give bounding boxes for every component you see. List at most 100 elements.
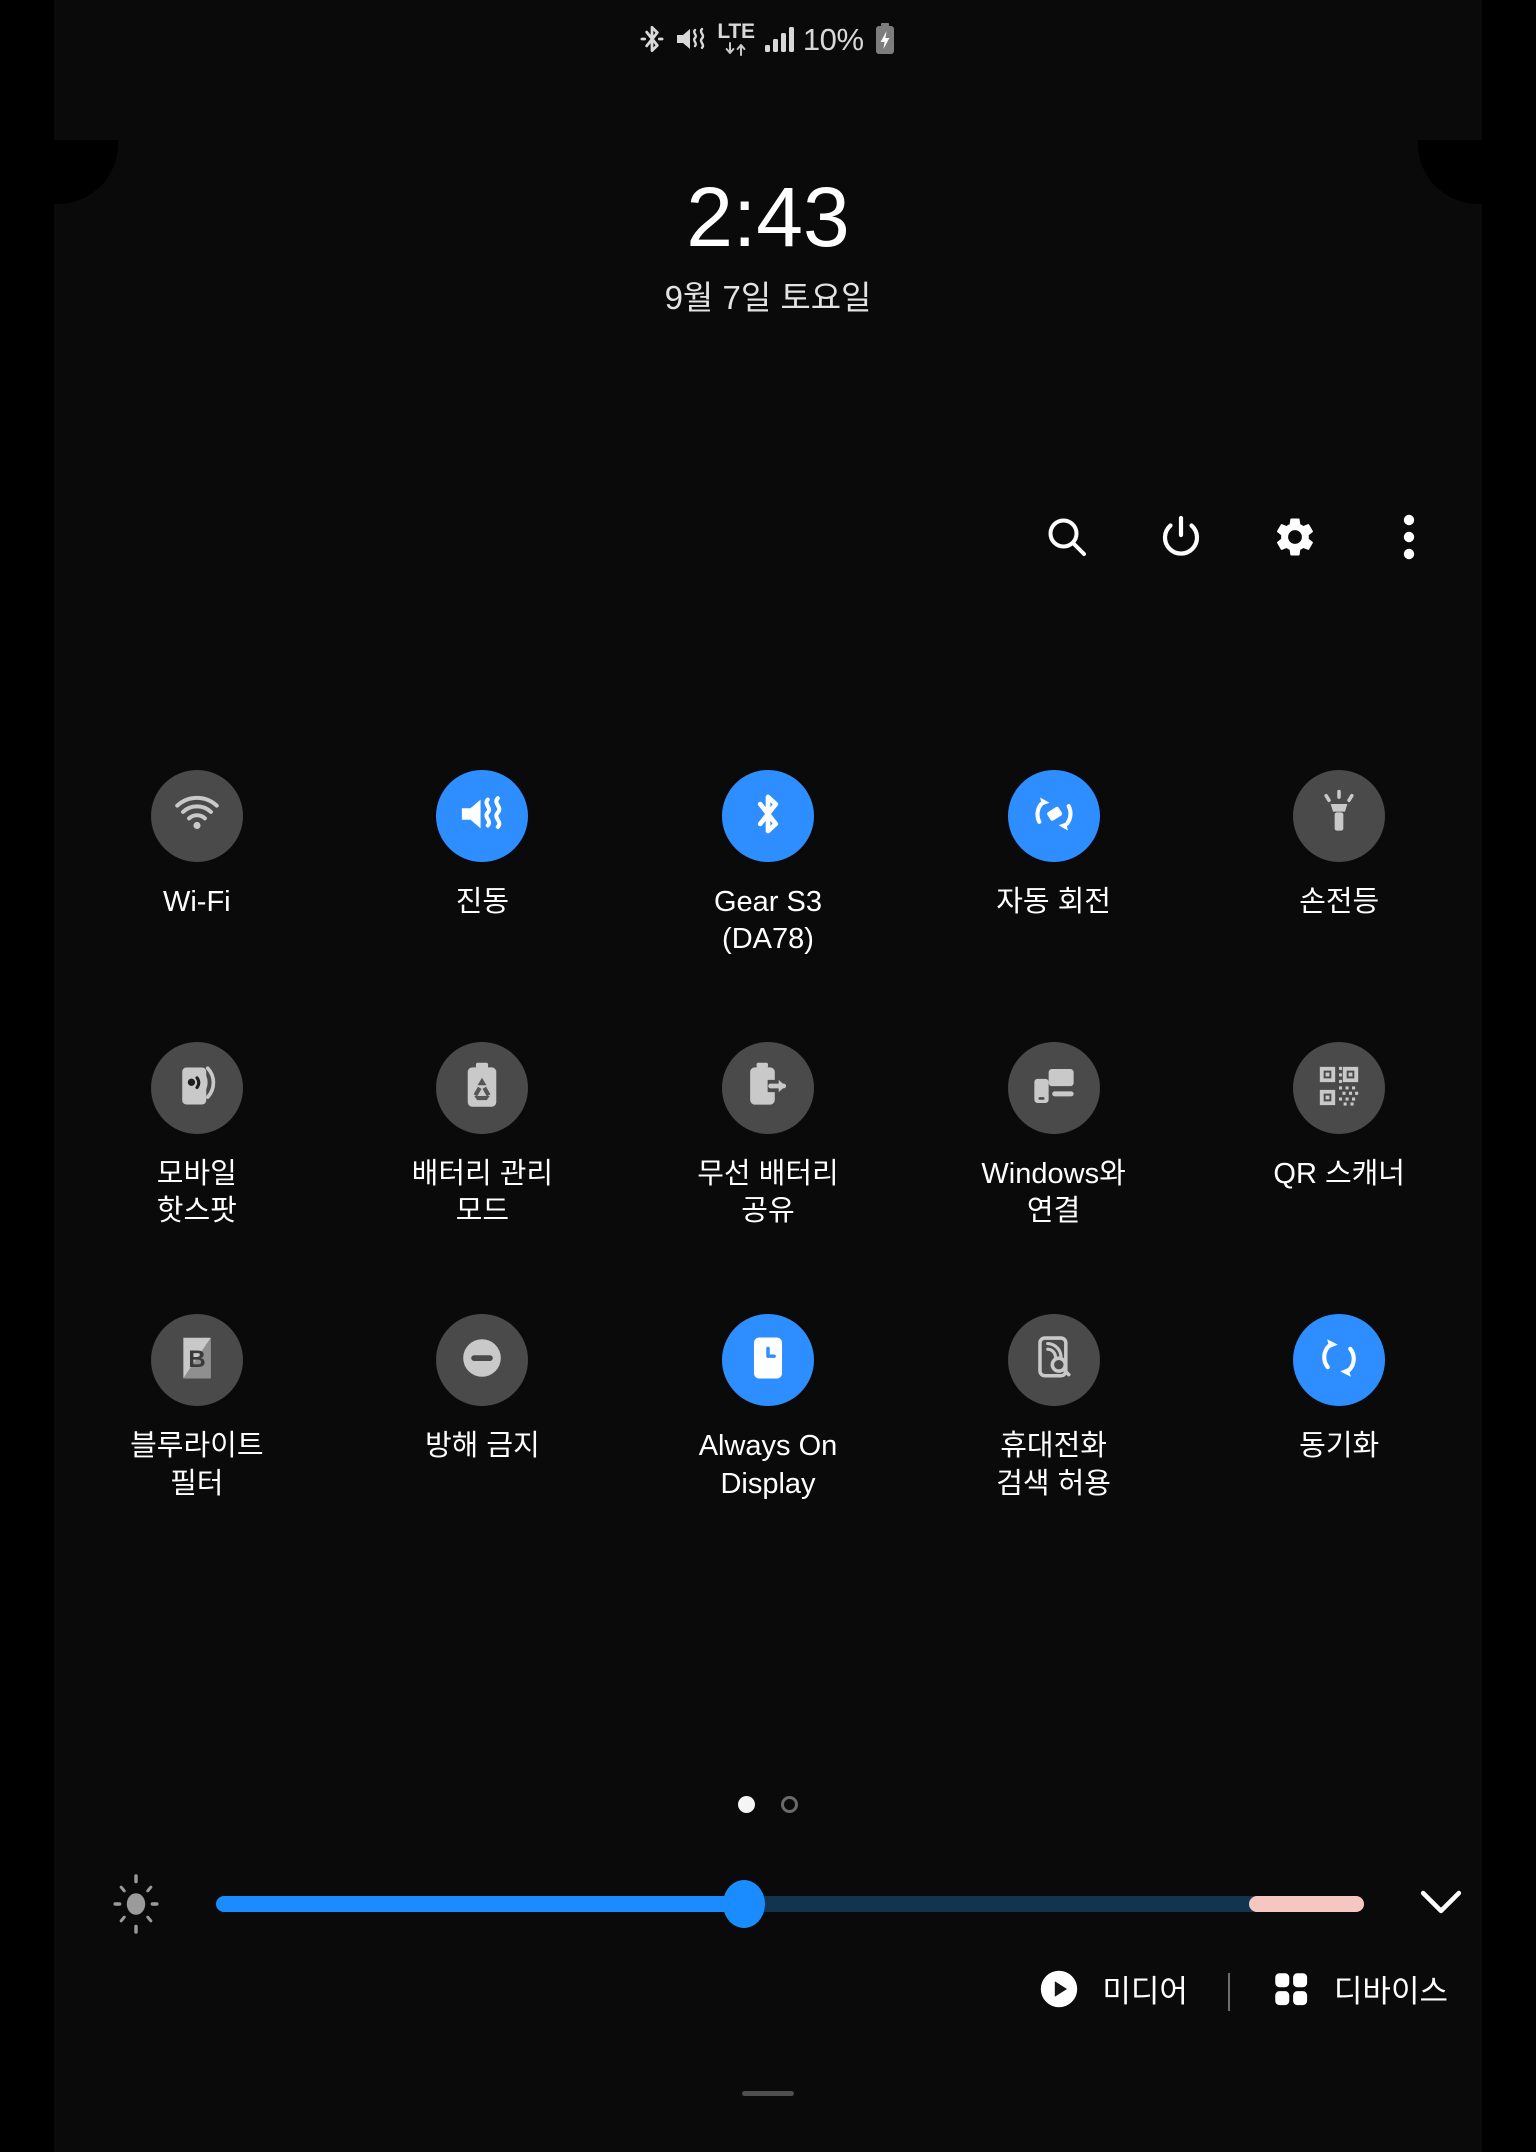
qs-tile-icon-wrapper	[436, 1314, 529, 1407]
qs-tile-label: 동기화	[1299, 1430, 1380, 1463]
bluetooth-icon	[639, 22, 665, 56]
qs-tile-icon-wrapper	[1293, 770, 1386, 862]
quick-settings-grid: Wi-Fi 진동 Gear S3 (DA78) 자동 회전 손전등 모바일 핫스…	[54, 770, 1482, 1503]
qs-tile-vibrate[interactable]: 진동	[340, 770, 626, 958]
qs-tile-label: 무선 배터리 공유	[697, 1158, 839, 1228]
play-circle-icon	[1038, 1968, 1080, 2015]
qs-tile-icon-wrapper	[150, 1042, 243, 1135]
qs-tile-label: Windows와 연결	[981, 1158, 1126, 1228]
page-dot-active[interactable]	[738, 1796, 755, 1813]
quick-settings-screen: LTE 10% 2:43 9월 7일 토요일 Wi-Fi 진동 Gear S3 …	[0, 0, 1536, 2152]
qs-tile-label: Wi-Fi	[162, 886, 231, 918]
qs-tile-icon-wrapper	[721, 770, 814, 862]
bottom-bar-divider	[1227, 1972, 1230, 2011]
lte-label: LTE	[717, 20, 755, 43]
wireless-powershare-icon	[744, 1061, 792, 1116]
header-action-row	[1036, 508, 1440, 570]
brightness-slider-track[interactable]	[216, 1880, 1364, 1928]
qs-tile-label: Gear S3 (DA78)	[713, 886, 822, 956]
flashlight-icon	[1316, 789, 1362, 844]
brightness-icon	[100, 1868, 172, 1940]
brightness-slider-limit	[1249, 1896, 1364, 1912]
qs-tile-find-my-mobile[interactable]: 휴대전화 검색 허용	[911, 1314, 1197, 1502]
power-button[interactable]	[1150, 508, 1212, 570]
devices-button[interactable]: 디바이스	[1270, 1968, 1448, 2015]
devices-grid-icon	[1270, 1968, 1312, 2015]
qs-tile-label: 휴대전화 검색 허용	[996, 1430, 1111, 1500]
qs-tile-wifi[interactable]: Wi-Fi	[54, 770, 340, 958]
signal-bars-icon	[764, 24, 794, 54]
qs-tile-icon-wrapper	[436, 770, 529, 862]
brightness-expand-button[interactable]	[1406, 1869, 1476, 1939]
qs-tile-icon-wrapper	[1007, 1314, 1100, 1407]
overflow-menu-icon	[1402, 513, 1416, 566]
media-devices-bar: 미디어 디바이스	[1038, 1968, 1448, 2015]
chevron-down-icon	[1419, 1888, 1463, 1921]
qs-tile-do-not-disturb[interactable]: 방해 금지	[340, 1314, 626, 1502]
brightness-slider-row	[100, 1862, 1476, 1946]
lockscreen-clock: 2:43 9월 7일 토요일	[0, 175, 1536, 314]
gear-icon	[1272, 514, 1318, 565]
wifi-icon	[172, 789, 222, 844]
qs-tile-label: 진동	[455, 886, 510, 918]
qs-tile-battery-care[interactable]: 배터리 관리 모드	[340, 1042, 626, 1230]
auto-rotate-icon	[1028, 788, 1080, 845]
qs-tile-sync[interactable]: 동기화	[1196, 1314, 1482, 1502]
qs-tile-link-to-windows[interactable]: Windows와 연결	[911, 1042, 1197, 1230]
qs-tile-icon-wrapper	[1007, 770, 1100, 862]
page-dot-inactive[interactable]	[781, 1796, 798, 1813]
qs-tile-label: 방해 금지	[425, 1430, 540, 1463]
qs-tile-icon-wrapper	[1293, 1042, 1386, 1135]
qs-tile-icon-wrapper	[436, 1042, 529, 1135]
search-button[interactable]	[1036, 508, 1098, 570]
settings-button[interactable]	[1264, 508, 1326, 570]
qs-tile-label: QR 스캐너	[1273, 1158, 1405, 1191]
qs-tile-icon-wrapper	[721, 1314, 814, 1407]
qs-tile-icon-wrapper	[1007, 1042, 1100, 1135]
status-bar: LTE 10%	[0, 0, 1536, 78]
qs-tile-qr-scanner[interactable]: QR 스캐너	[1196, 1042, 1482, 1230]
home-gesture-handle[interactable]	[742, 2091, 794, 2096]
power-icon	[1158, 514, 1204, 565]
media-button[interactable]: 미디어	[1038, 1968, 1188, 2015]
qs-tile-label: 손전등	[1299, 886, 1380, 918]
sound-vibrate-off-icon	[674, 23, 708, 55]
do-not-disturb-icon	[458, 1334, 506, 1387]
qs-tile-blue-light-filter[interactable]: B 블루라이트 필터	[54, 1314, 340, 1502]
page-indicator	[0, 1796, 1536, 1813]
clock-time: 2:43	[686, 170, 850, 264]
battery-percent-label: 10%	[802, 21, 864, 57]
brightness-slider-thumb[interactable]	[723, 1880, 766, 1928]
battery-charging-icon	[873, 22, 897, 56]
svg-text:B: B	[188, 1346, 205, 1373]
qs-tile-bluetooth[interactable]: Gear S3 (DA78)	[625, 770, 911, 958]
qs-tile-label: 자동 회전	[996, 886, 1111, 918]
qs-tile-always-on-display[interactable]: Always On Display	[625, 1314, 911, 1502]
sync-icon	[1314, 1333, 1364, 1388]
qs-tile-mobile-hotspot[interactable]: 모바일 핫스팟	[54, 1042, 340, 1230]
qs-tile-label: 배터리 관리 모드	[411, 1158, 554, 1228]
more-options-button[interactable]	[1378, 508, 1440, 570]
search-icon	[1044, 514, 1090, 565]
qs-tile-wireless-powershare[interactable]: 무선 배터리 공유	[625, 1042, 911, 1230]
devices-label: 디바이스	[1333, 1974, 1448, 2009]
blue-light-filter-icon: B	[178, 1334, 216, 1387]
qs-tile-label: Always On Display	[698, 1430, 838, 1500]
clock-date: 9월 7일 토요일	[664, 279, 872, 316]
vibrate-icon	[457, 791, 507, 842]
qs-tile-icon-wrapper: B	[150, 1314, 243, 1407]
bluetooth-icon	[751, 788, 785, 845]
qs-tile-label: 블루라이트 필터	[130, 1430, 264, 1500]
qs-tile-label: 모바일 핫스팟	[156, 1158, 237, 1228]
qs-tile-icon-wrapper	[1293, 1314, 1386, 1407]
qs-tile-icon-wrapper	[721, 1042, 814, 1135]
link-to-windows-icon	[1029, 1064, 1079, 1113]
find-my-mobile-icon	[1031, 1334, 1077, 1387]
qs-tile-flashlight[interactable]: 손전등	[1196, 770, 1482, 958]
qs-tile-auto-rotate[interactable]: 자동 회전	[911, 770, 1197, 958]
mobile-hotspot-icon	[173, 1062, 221, 1115]
media-label: 미디어	[1102, 1974, 1188, 2009]
qr-scanner-icon	[1316, 1063, 1362, 1114]
lte-icon: LTE	[717, 21, 755, 57]
brightness-slider-fill	[216, 1896, 745, 1912]
